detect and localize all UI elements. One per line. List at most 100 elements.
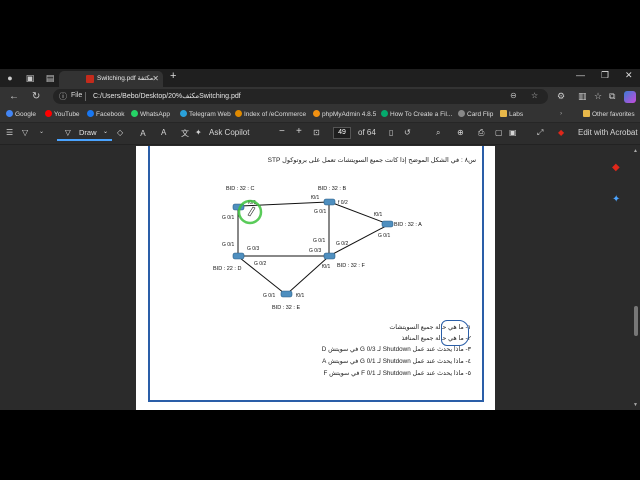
bookmark-other-favorites[interactable]: Other favorites	[583, 110, 635, 118]
address-row: ← ↻ ⓘ File C:/Users/Bebo/Desktop/20%مكثف…	[0, 87, 640, 107]
rotate-icon[interactable]: ↺	[404, 128, 411, 137]
tab-actions-icon[interactable]: ▤	[44, 72, 56, 84]
bookmark-labs[interactable]: Labs	[500, 110, 523, 118]
bookmark-google[interactable]: Google	[6, 110, 36, 118]
new-tab-button[interactable]: +	[170, 70, 176, 82]
table-of-contents-icon[interactable]: ☰	[6, 128, 13, 137]
save-as-icon[interactable]: ▣	[509, 128, 517, 137]
copilot-side-icon[interactable]: ✦	[612, 194, 620, 205]
copilot-sparkle-icon[interactable]: ✦	[195, 128, 202, 137]
save-icon[interactable]: ▢	[495, 128, 503, 137]
zoom-icon[interactable]: ⊖	[510, 91, 517, 100]
favorite-star-icon[interactable]: ☆	[531, 91, 538, 100]
erase-icon[interactable]: ◇	[117, 128, 123, 137]
port-label: G 0/1	[313, 238, 325, 244]
collections-icon[interactable]: ⧉	[609, 91, 615, 102]
port-label: G 0/2	[254, 261, 266, 267]
bookmark-facebook[interactable]: Facebook	[87, 110, 125, 118]
switch-b-icon	[323, 198, 336, 206]
copilot-icon[interactable]	[624, 91, 636, 103]
address-url[interactable]: C:/Users/Bebo/Desktop/20%مكثفSwitching.p…	[93, 92, 241, 100]
draw-icon: ▽	[65, 128, 71, 137]
add-text-icon[interactable]: Ａ	[139, 128, 147, 139]
bookmark-label: Labs	[509, 111, 524, 118]
tab-bar: ● ▣ ▤ Switching.pdf مكثفة ✕ + — ❐ ✕	[0, 69, 640, 87]
page-view-icon[interactable]: ▯	[389, 128, 393, 137]
port-label: G 0/3	[309, 248, 321, 254]
search-in-document-icon[interactable]: ⊕	[457, 128, 464, 137]
bid-f: BID : 32 : F	[337, 263, 365, 269]
telegram-icon	[180, 110, 187, 117]
translate-icon[interactable]: 文	[181, 128, 189, 139]
switch-e-icon	[280, 290, 293, 298]
pdf-page: س٨ : في الشكل الموضح إذا كانت جميع السوي…	[136, 146, 495, 410]
page-number-input[interactable]: 49	[333, 127, 351, 139]
minimize-icon[interactable]: —	[576, 70, 585, 80]
bookmark-label: Facebook	[96, 111, 125, 118]
split-screen-icon[interactable]: ▥	[578, 91, 587, 102]
fullscreen-icon[interactable]: ⤢	[537, 128, 543, 138]
ask-copilot-button[interactable]: Ask Copilot	[209, 128, 249, 137]
bid-c: BID : 32 : C	[226, 186, 254, 192]
tab-close-icon[interactable]: ✕	[152, 71, 159, 87]
print-icon[interactable]: ⎙	[478, 128, 484, 138]
edit-with-acrobat-button[interactable]: Edit with Acrobat	[578, 128, 638, 137]
refresh-icon[interactable]: ↻	[32, 91, 40, 102]
fit-page-icon[interactable]: ⊡	[313, 128, 320, 137]
scroll-up-icon[interactable]: ▲	[633, 148, 638, 154]
bookmark-w3schools[interactable]: How To Create a Fil...	[381, 110, 452, 118]
bid-e: BID : 32 : E	[272, 305, 300, 311]
back-icon[interactable]: ←	[9, 91, 19, 102]
bookmark-phpmyadmin[interactable]: phpMyAdmin 4.8.5	[313, 110, 376, 118]
bookmark-youtube[interactable]: YouTube	[45, 110, 80, 118]
draw-dropdown-icon[interactable]: ⌄	[103, 126, 108, 139]
pdf-tab-icon	[86, 75, 94, 83]
draw-button[interactable]: ▽ Draw ⌄	[57, 126, 112, 141]
tab-active[interactable]: Switching.pdf مكثفة ✕	[59, 71, 163, 87]
close-window-icon[interactable]: ✕	[625, 70, 633, 81]
bookmark-telegram[interactable]: Telegram Web	[180, 110, 231, 118]
address-bar[interactable]: ⓘ File C:/Users/Bebo/Desktop/20%مكثفSwit…	[53, 89, 548, 104]
highlight-dropdown-icon[interactable]: ⌄	[39, 128, 44, 135]
bid-b: BID : 32 : B	[318, 186, 346, 192]
bookmarks-overflow-icon[interactable]: ›	[560, 110, 562, 117]
bookmark-ecommerce[interactable]: Index of /eCommerce	[235, 110, 306, 118]
info-icon[interactable]: ⓘ	[59, 91, 67, 102]
phpmyadmin-icon	[313, 110, 320, 117]
pen-cursor-icon	[247, 206, 256, 217]
scroll-down-icon[interactable]: ▼	[633, 402, 638, 408]
favorites-icon[interactable]: ☆	[594, 91, 602, 102]
port-label: G 0/1	[222, 215, 234, 221]
maximize-icon[interactable]: ❐	[601, 70, 609, 81]
find-icon[interactable]: ⌕	[436, 128, 440, 138]
read-aloud-icon[interactable]: A	[161, 128, 166, 137]
pdf-viewer[interactable]: س٨ : في الشكل الموضح إذا كانت جميع السوي…	[0, 146, 640, 410]
folder-icon	[583, 110, 590, 117]
workspaces-icon[interactable]: ▣	[24, 72, 36, 84]
port-label: f0/1	[322, 264, 331, 270]
address-scheme-label: File	[71, 92, 83, 99]
bookmark-card-flip[interactable]: Card Flip	[458, 110, 493, 118]
bookmark-label: Card Flip	[467, 111, 494, 118]
vertical-scrollbar[interactable]: ▲ ▼	[632, 146, 640, 410]
sub-question-5: ٥- ماذا يحدث عند عمل Shutdown لـ F 0/1 ف…	[323, 370, 471, 377]
scrollbar-thumb[interactable]	[634, 306, 638, 336]
profile-icon[interactable]: ●	[4, 72, 16, 84]
bookmark-label: Other favorites	[592, 111, 635, 118]
network-diagram: BID : 32 : C BID : 32 : B BID : 32 : A B…	[213, 186, 422, 311]
switch-d-icon	[232, 252, 245, 260]
zoom-in-button[interactable]: +	[296, 126, 302, 137]
whatsapp-icon	[131, 110, 138, 117]
zoom-out-button[interactable]: −	[279, 126, 285, 137]
acrobat-side-icon[interactable]: ◆	[612, 162, 620, 173]
bookmark-label: Google	[15, 111, 36, 118]
google-icon	[6, 110, 13, 117]
extensions-icon[interactable]: ⚙	[557, 91, 565, 102]
highlight-icon[interactable]: ▽	[22, 128, 28, 137]
page-icon	[458, 110, 465, 117]
port-label: f0/1	[374, 212, 383, 218]
acrobat-icon[interactable]: ◆	[558, 128, 564, 137]
browser-window: ● ▣ ▤ Switching.pdf مكثفة ✕ + — ❐ ✕ ← ↻ …	[0, 69, 640, 410]
bookmark-label: YouTube	[54, 111, 80, 118]
bookmark-whatsapp[interactable]: WhatsApp	[131, 110, 170, 118]
